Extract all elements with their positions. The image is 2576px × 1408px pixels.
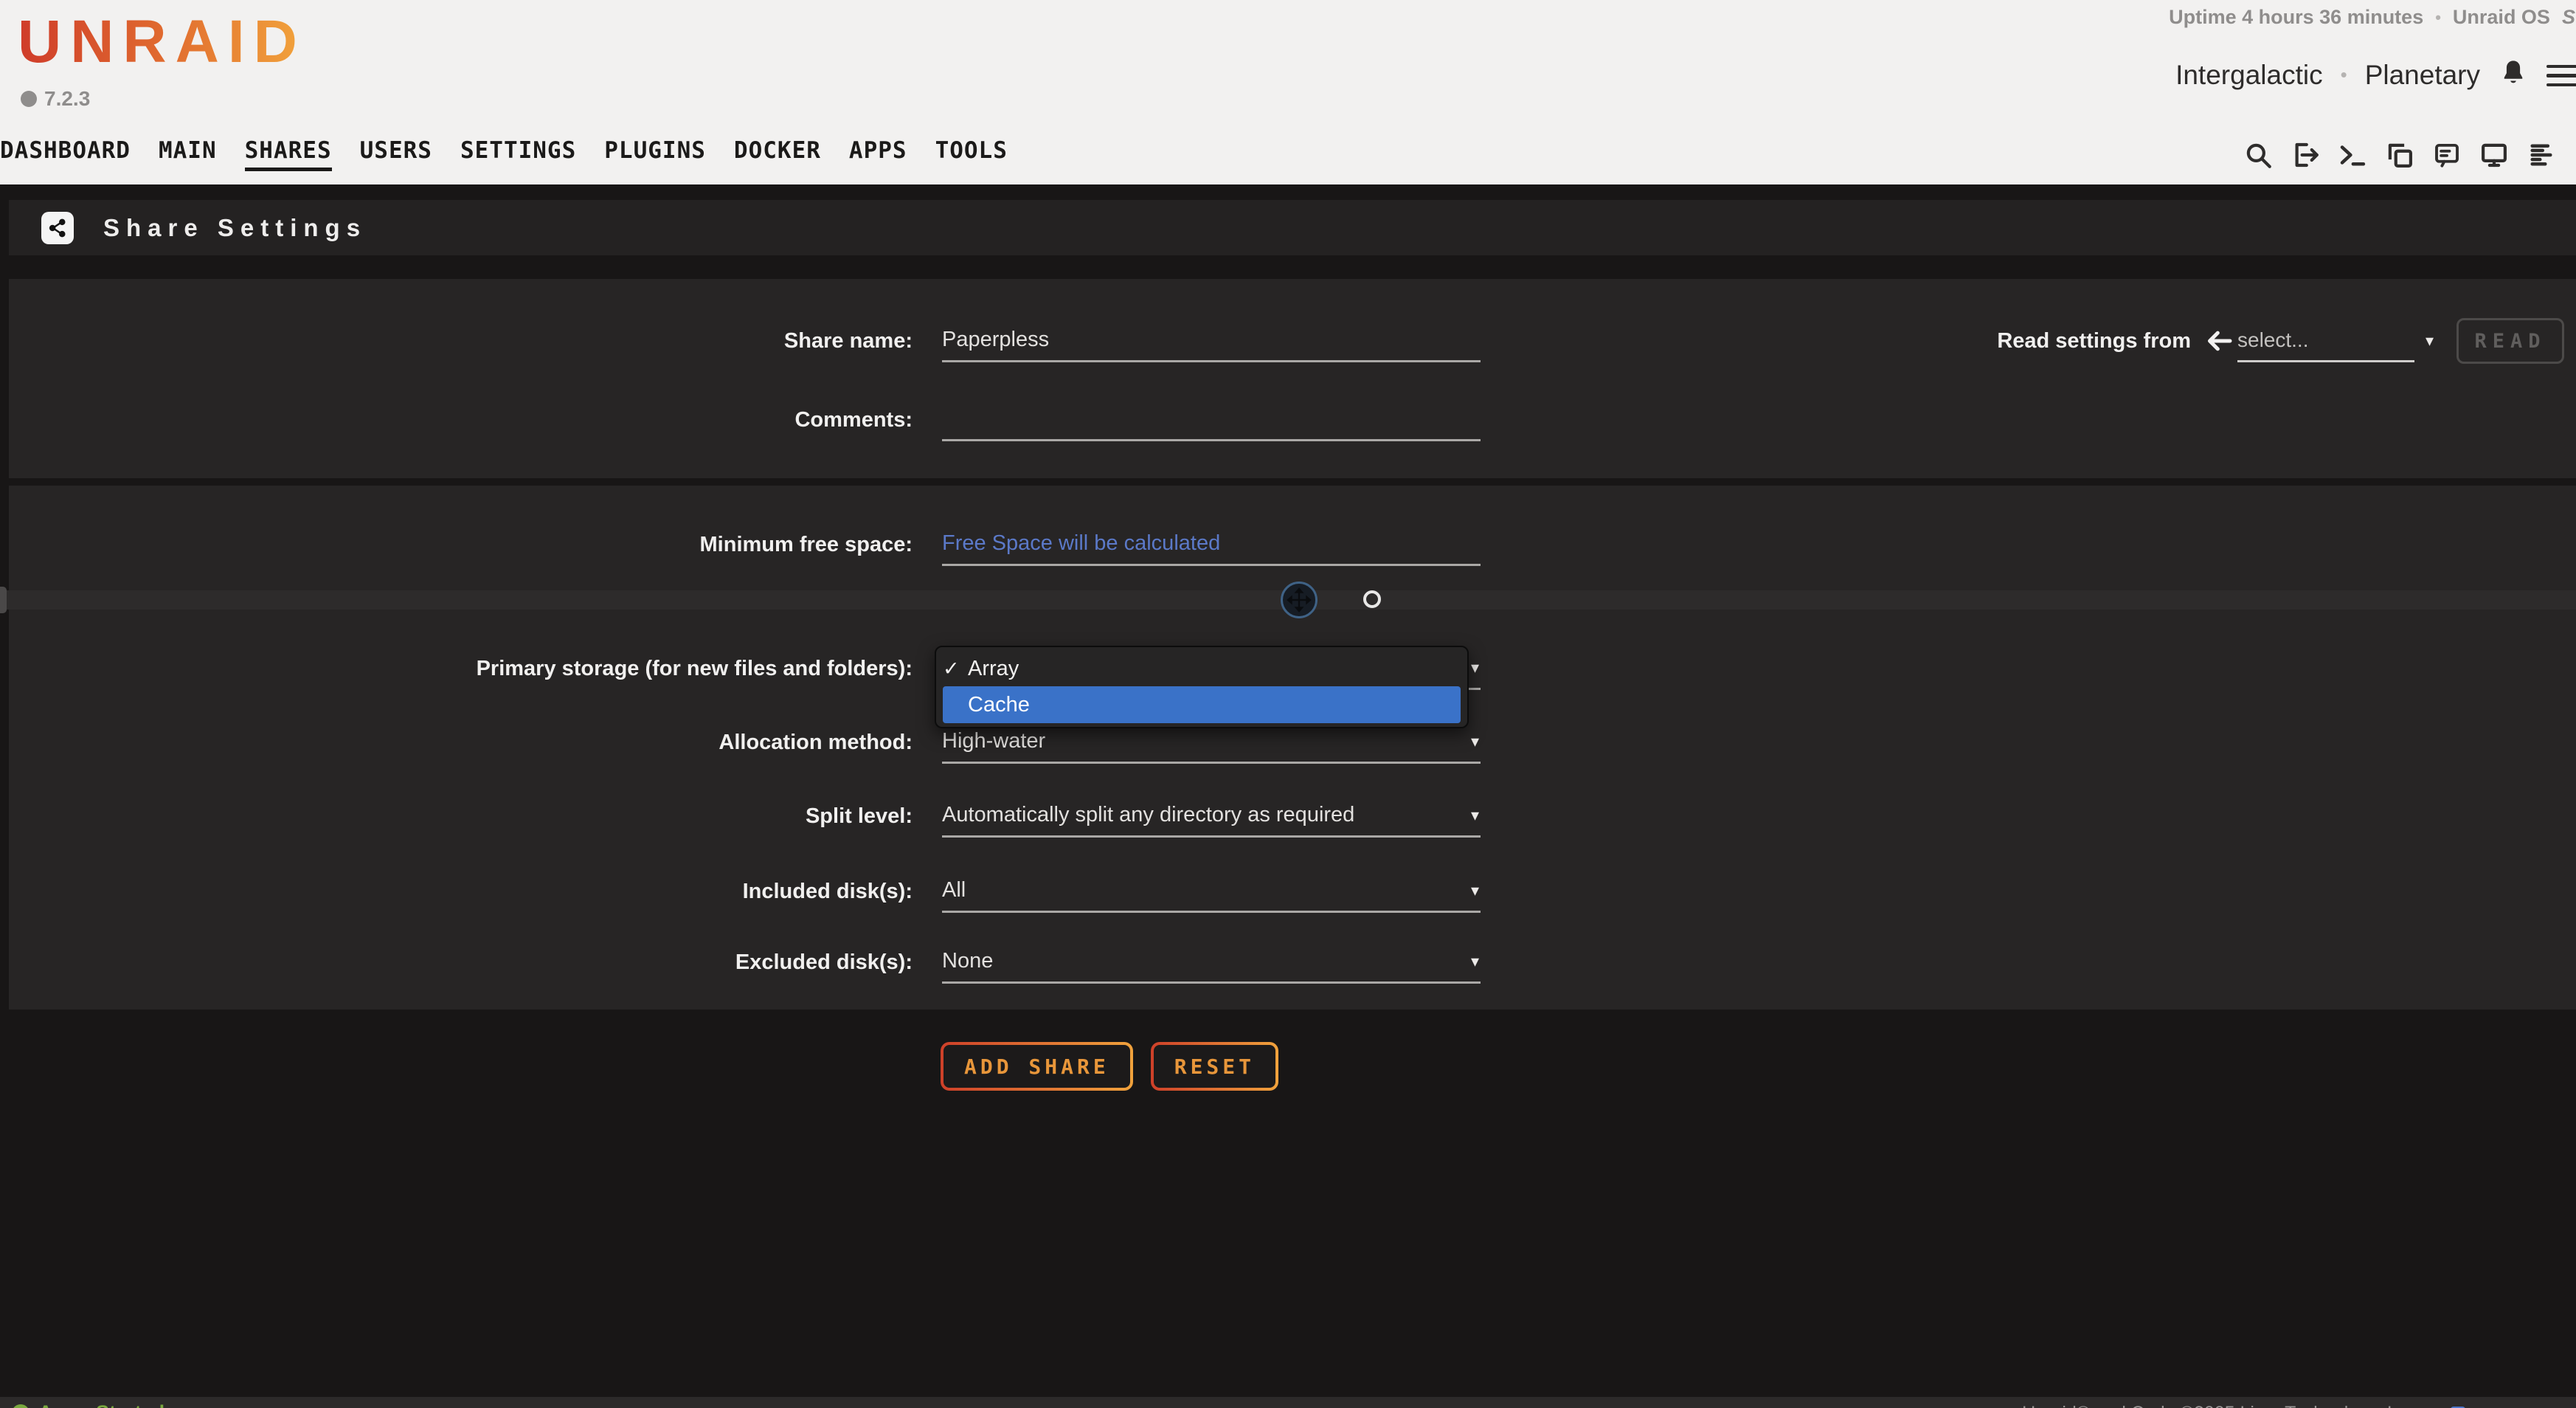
primary-storage-label: Primary storage (for new files and folde… bbox=[0, 647, 913, 690]
row-comments: Comments: bbox=[0, 398, 2576, 441]
nav-item-settings[interactable]: SETTINGS bbox=[460, 137, 576, 171]
split-level-value: Automatically split any directory as req… bbox=[942, 803, 1354, 827]
uptime-line: Uptime 4 hours 36 minutes • Unraid OS St… bbox=[2169, 6, 2576, 29]
comments-label: Comments: bbox=[0, 398, 913, 441]
version-label: 7.2.3 bbox=[44, 87, 90, 111]
share-name-field-wrap bbox=[942, 320, 1481, 362]
search-icon[interactable] bbox=[2243, 139, 2274, 170]
sign-out-icon[interactable] bbox=[2290, 139, 2321, 170]
nav-item-tools[interactable]: TOOLS bbox=[935, 137, 1008, 171]
read-settings-select[interactable]: select... bbox=[2237, 320, 2414, 362]
allocation-method-label: Allocation method: bbox=[0, 721, 913, 764]
excluded-disks-select[interactable]: None ▾ bbox=[942, 941, 1481, 984]
read-button[interactable]: READ bbox=[2456, 318, 2564, 364]
status-dot-icon bbox=[12, 1404, 30, 1408]
allocation-method-value: High-water bbox=[942, 729, 1045, 753]
array-status-text: Array Started bbox=[38, 1401, 165, 1408]
panel-name bbox=[9, 279, 2576, 478]
included-disks-select[interactable]: All ▾ bbox=[942, 870, 1481, 913]
share-name-label: Share name: bbox=[0, 320, 913, 362]
row-included-disks: Included disk(s): All ▾ bbox=[0, 870, 2576, 913]
page-title: Share Settings bbox=[103, 214, 367, 242]
feedback-icon[interactable] bbox=[2431, 139, 2462, 170]
row-min-free-space: Minimum free space: bbox=[0, 523, 2576, 566]
monitor-icon[interactable] bbox=[2479, 139, 2510, 170]
separator-dot: • bbox=[2341, 63, 2347, 86]
dropdown-option-cache[interactable]: Cache bbox=[943, 686, 1461, 723]
dropdown-option-array[interactable]: ✓ Array bbox=[943, 651, 1461, 686]
terminal-icon[interactable] bbox=[2337, 139, 2368, 170]
os-label: Unraid OS bbox=[2453, 6, 2550, 29]
circle-indicator bbox=[1363, 590, 1381, 608]
split-level-label: Split level: bbox=[0, 795, 913, 838]
nav-item-shares[interactable]: SHARES bbox=[245, 137, 332, 171]
dropdown-arrow-icon: ▾ bbox=[1471, 881, 1479, 900]
dropdown-arrow-icon: ▾ bbox=[1471, 952, 1479, 971]
add-share-button[interactable]: ADD SHARE bbox=[941, 1042, 1133, 1091]
row-split-level: Split level: Automatically split any dir… bbox=[0, 795, 2576, 838]
server-line: Intergalactic • Planetary bbox=[2175, 58, 2576, 92]
excluded-disks-value: None bbox=[942, 949, 993, 973]
os-plan: Starter bbox=[2562, 6, 2576, 29]
excluded-disks-label: Excluded disk(s): bbox=[0, 941, 913, 984]
comments-field-wrap bbox=[942, 398, 1481, 441]
profile-icon[interactable] bbox=[2573, 139, 2576, 171]
min-free-space-field-wrap bbox=[942, 523, 1481, 566]
page-title-bar: Share Settings bbox=[9, 200, 2576, 255]
menu-icon[interactable] bbox=[2546, 63, 2576, 87]
dropdown-option-label: Cache bbox=[968, 693, 1030, 717]
form-actions: ADD SHARE RESET bbox=[941, 1042, 1278, 1091]
dropdown-arrow-icon: ▾ bbox=[1471, 732, 1479, 751]
nav-item-main[interactable]: MAIN bbox=[159, 137, 217, 171]
row-share-name: Share name: Read settings from select...… bbox=[0, 320, 2576, 362]
read-settings-label: Read settings from bbox=[1844, 320, 2191, 362]
share-icon bbox=[41, 212, 74, 244]
arrow-left-icon bbox=[2204, 326, 2234, 359]
uptime-text: Uptime 4 hours 36 minutes bbox=[2169, 6, 2423, 29]
footer: Array Started Unraid® and Code ©2005 Lim… bbox=[0, 1397, 2576, 1408]
main-nav: DASHBOARD MAIN SHARES USERS SETTINGS PLU… bbox=[0, 137, 1008, 171]
comments-input[interactable] bbox=[942, 407, 1481, 431]
log-icon[interactable] bbox=[2526, 139, 2557, 170]
dropdown-arrow-icon: ▾ bbox=[1471, 806, 1479, 825]
version-icon bbox=[21, 91, 37, 107]
server-name[interactable]: Intergalactic bbox=[2175, 60, 2323, 91]
reset-button[interactable]: RESET bbox=[1151, 1042, 1278, 1091]
row-excluded-disks: Excluded disk(s): None ▾ bbox=[0, 941, 2576, 984]
dropdown-option-label: Array bbox=[968, 657, 1019, 681]
included-disks-value: All bbox=[942, 878, 966, 903]
version-badge: 7.2.3 bbox=[21, 87, 90, 111]
dropdown-arrow-icon: ▾ bbox=[1471, 658, 1479, 677]
read-settings-select-value: select... bbox=[2237, 328, 2308, 352]
nav-item-plugins[interactable]: PLUGINS bbox=[604, 137, 706, 171]
copyright-text: Unraid® and Code ©2005 Lime Technology, … bbox=[2022, 1403, 2417, 1408]
header: UNRAID 7.2.3 Uptime 4 hours 36 minutes •… bbox=[0, 0, 2576, 184]
copyright: Unraid® and Code ©2005 Lime Technology, … bbox=[2022, 1403, 2465, 1408]
toolbar bbox=[2243, 139, 2576, 171]
nav-item-apps[interactable]: APPS bbox=[849, 137, 907, 171]
copy-icon[interactable] bbox=[2384, 139, 2415, 170]
split-level-select[interactable]: Automatically split any directory as req… bbox=[942, 795, 1481, 838]
array-status: Array Started bbox=[12, 1401, 165, 1408]
bell-icon[interactable] bbox=[2498, 58, 2529, 92]
share-name-input[interactable] bbox=[942, 328, 1481, 352]
min-free-space-label: Minimum free space: bbox=[0, 523, 913, 566]
nav-item-users[interactable]: USERS bbox=[360, 137, 432, 171]
unraid-webgui: UNRAID 7.2.3 Uptime 4 hours 36 minutes •… bbox=[0, 0, 2576, 1408]
dropdown-arrow-icon: ▾ bbox=[2426, 331, 2434, 351]
separator-dot: • bbox=[2435, 8, 2441, 27]
nav-item-docker[interactable]: DOCKER bbox=[734, 137, 821, 171]
min-free-space-input[interactable] bbox=[942, 531, 1481, 556]
unraid-logo[interactable]: UNRAID bbox=[18, 7, 306, 77]
edge-handle[interactable] bbox=[0, 587, 7, 613]
included-disks-label: Included disk(s): bbox=[0, 870, 913, 913]
primary-storage-dropdown: ✓ Array Cache bbox=[935, 646, 1469, 728]
check-icon: ✓ bbox=[943, 658, 968, 680]
nav-item-dashboard[interactable]: DASHBOARD bbox=[0, 137, 131, 171]
move-cursor-icon bbox=[1281, 582, 1318, 618]
server-description: Planetary bbox=[2365, 60, 2480, 91]
